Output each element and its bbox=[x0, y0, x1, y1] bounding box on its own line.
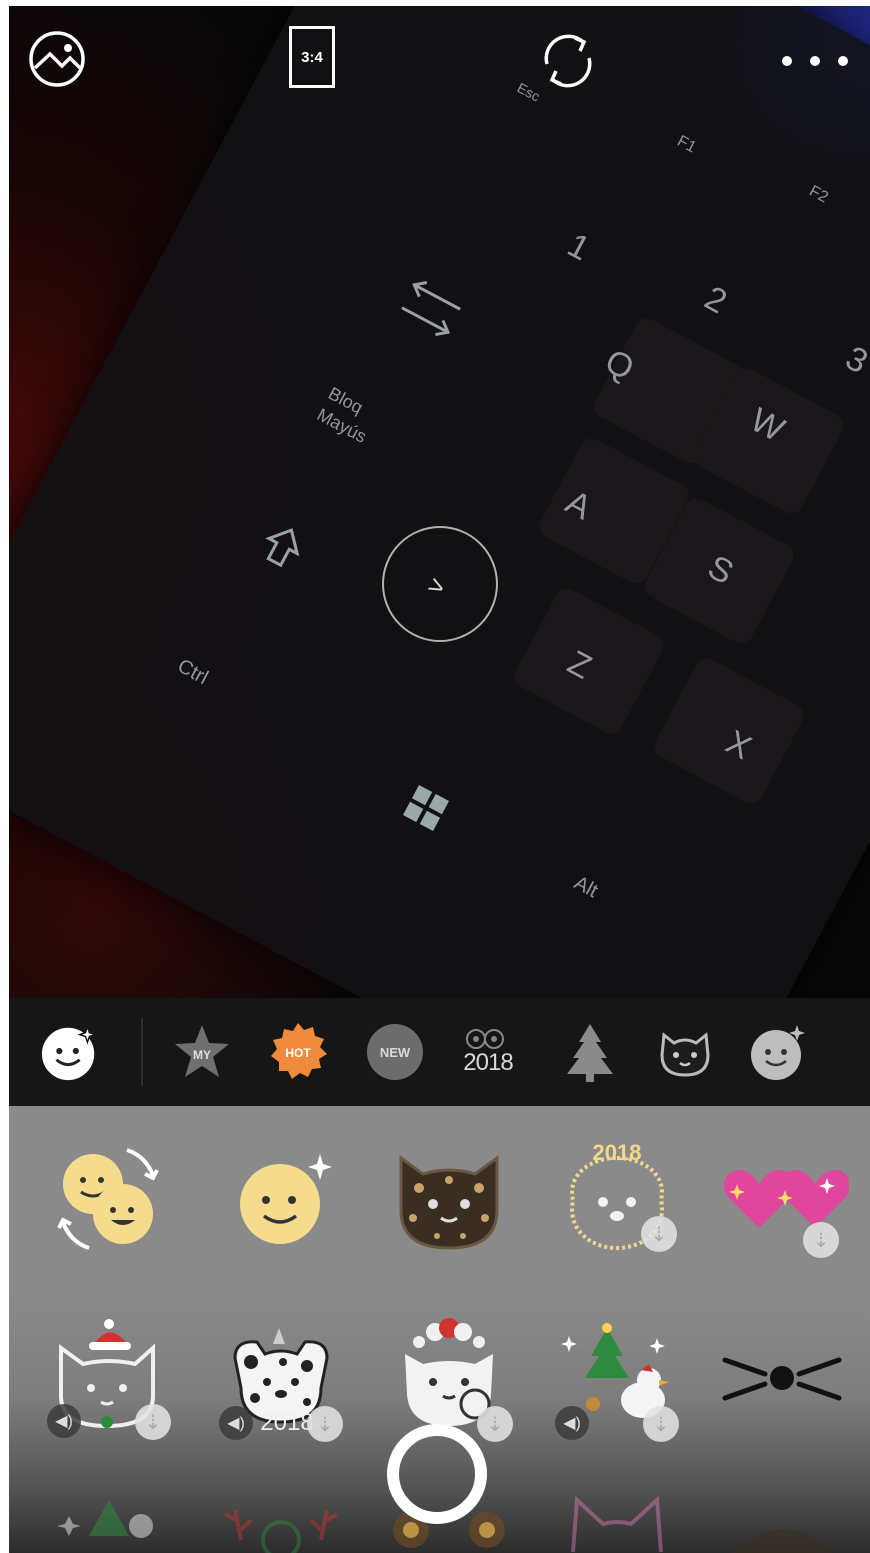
tab-key-arrows-icon bbox=[401, 281, 461, 337]
sticker-dalmatian-2018[interactable]: 2018 ◀) ⇣ bbox=[219, 1318, 343, 1442]
dog-2018-label: 2018 bbox=[593, 1140, 642, 1165]
switch-camera-button[interactable] bbox=[535, 28, 601, 94]
aspect-ratio-button[interactable]: 3:4 bbox=[289, 26, 335, 88]
christmas-tree-icon bbox=[567, 1024, 613, 1082]
sticker-snow-tree-partial[interactable] bbox=[49, 1496, 169, 1553]
hedgehog-icon bbox=[732, 1529, 832, 1553]
category-tiger[interactable] bbox=[654, 1021, 716, 1083]
windows-key-icon bbox=[403, 785, 449, 831]
year-2018-icon bbox=[466, 1029, 504, 1049]
camera-preview[interactable]: Esc F1 F2 1 2 3 Q W A S Z X Bloq Mayús C… bbox=[9, 6, 870, 1175]
sparkle-face-icon bbox=[751, 1025, 805, 1080]
leopard-cat-icon bbox=[399, 1155, 499, 1250]
download-icon[interactable]: ⇣ bbox=[803, 1222, 839, 1258]
more-dot-icon bbox=[782, 56, 792, 66]
snow-tree-icon bbox=[57, 1500, 153, 1538]
sticker-whiskers[interactable] bbox=[717, 1318, 842, 1438]
category-divider bbox=[141, 1018, 143, 1086]
camera-app: Esc F1 F2 1 2 3 Q W A S Z X Bloq Mayús C… bbox=[9, 6, 870, 1553]
download-icon[interactable]: ⇣ bbox=[643, 1406, 679, 1442]
category-2018-label: 2018 bbox=[463, 1049, 513, 1076]
category-more-partial[interactable] bbox=[844, 1021, 870, 1083]
sticker-pink-hearts[interactable]: ⇣ bbox=[719, 1140, 850, 1260]
new-badge-icon: NEW bbox=[367, 1024, 423, 1080]
shutter-button[interactable] bbox=[387, 1424, 487, 1524]
current-effect-face-icon bbox=[41, 1024, 98, 1081]
sound-icon: ◀) bbox=[47, 1404, 81, 1438]
more-options-button[interactable] bbox=[782, 46, 862, 76]
whiskers-icon bbox=[722, 1357, 842, 1401]
neon-cat-ears-icon bbox=[571, 1495, 663, 1553]
tiger-face-icon bbox=[660, 1032, 710, 1077]
dalmatian-2018-label: 2018 bbox=[260, 1409, 313, 1436]
category-sparkle-face[interactable] bbox=[747, 1021, 809, 1083]
download-icon[interactable]: ⇣ bbox=[641, 1216, 677, 1252]
switch-camera-icon bbox=[544, 34, 592, 88]
sticker-dog-2018[interactable]: 2018 ⇣ bbox=[557, 1136, 677, 1256]
sticker-leopard-cat[interactable] bbox=[389, 1140, 509, 1260]
hot-badge-icon: HOT bbox=[271, 1023, 327, 1079]
sticker-white-cat-flowers[interactable]: ⇣ bbox=[389, 1318, 513, 1442]
sticker-swap-faces[interactable] bbox=[49, 1140, 169, 1260]
category-christmas[interactable] bbox=[559, 1021, 621, 1083]
sticker-reindeer-partial[interactable] bbox=[221, 1490, 341, 1553]
category-my-label: MY bbox=[193, 1048, 211, 1062]
sticker-neon-cat-partial[interactable] bbox=[557, 1490, 677, 1553]
download-icon[interactable]: ⇣ bbox=[307, 1406, 343, 1442]
category-hot-label: HOT bbox=[285, 1046, 311, 1060]
more-dot-icon bbox=[838, 56, 848, 66]
reindeer-antlers-icon bbox=[223, 1509, 339, 1553]
swap-faces-icon bbox=[57, 1148, 159, 1250]
gallery-button[interactable] bbox=[28, 30, 86, 88]
category-my[interactable]: MY bbox=[171, 1021, 233, 1083]
category-new-label: NEW bbox=[379, 1044, 411, 1060]
category-2018[interactable]: 2018 bbox=[457, 1021, 519, 1083]
shift-key-icon bbox=[265, 528, 300, 568]
star-icon: MY bbox=[175, 1025, 229, 1077]
sound-icon: ◀) bbox=[555, 1406, 589, 1440]
download-icon[interactable]: ⇣ bbox=[135, 1404, 171, 1440]
sticker-category-bar: MY HOT NEW 2018 bbox=[9, 998, 870, 1106]
sticker-christmas-bird[interactable]: ◀) ⇣ bbox=[555, 1316, 679, 1442]
sound-icon: ◀) bbox=[219, 1406, 253, 1440]
sticker-sparkle-face[interactable] bbox=[224, 1140, 344, 1260]
sticker-santa-cat[interactable]: ◀) ⇣ bbox=[47, 1318, 171, 1440]
category-new[interactable]: NEW bbox=[364, 1021, 426, 1083]
sticker-hedgehog-partial[interactable] bbox=[721, 1508, 841, 1553]
download-icon[interactable]: ⇣ bbox=[477, 1406, 513, 1442]
category-hot[interactable]: HOT bbox=[267, 1021, 329, 1083]
gallery-icon bbox=[29, 31, 85, 87]
sparkle-face-icon bbox=[240, 1154, 332, 1244]
aspect-ratio-label: 3:4 bbox=[301, 48, 323, 66]
more-dot-icon bbox=[810, 56, 820, 66]
sticker-grid: 2018 ⇣ ⇣ ◀) ⇣ 2018 ◀) ⇣ ⇣ ◀) ⇣ bbox=[9, 1106, 870, 1553]
current-effect-button[interactable] bbox=[39, 1021, 101, 1083]
